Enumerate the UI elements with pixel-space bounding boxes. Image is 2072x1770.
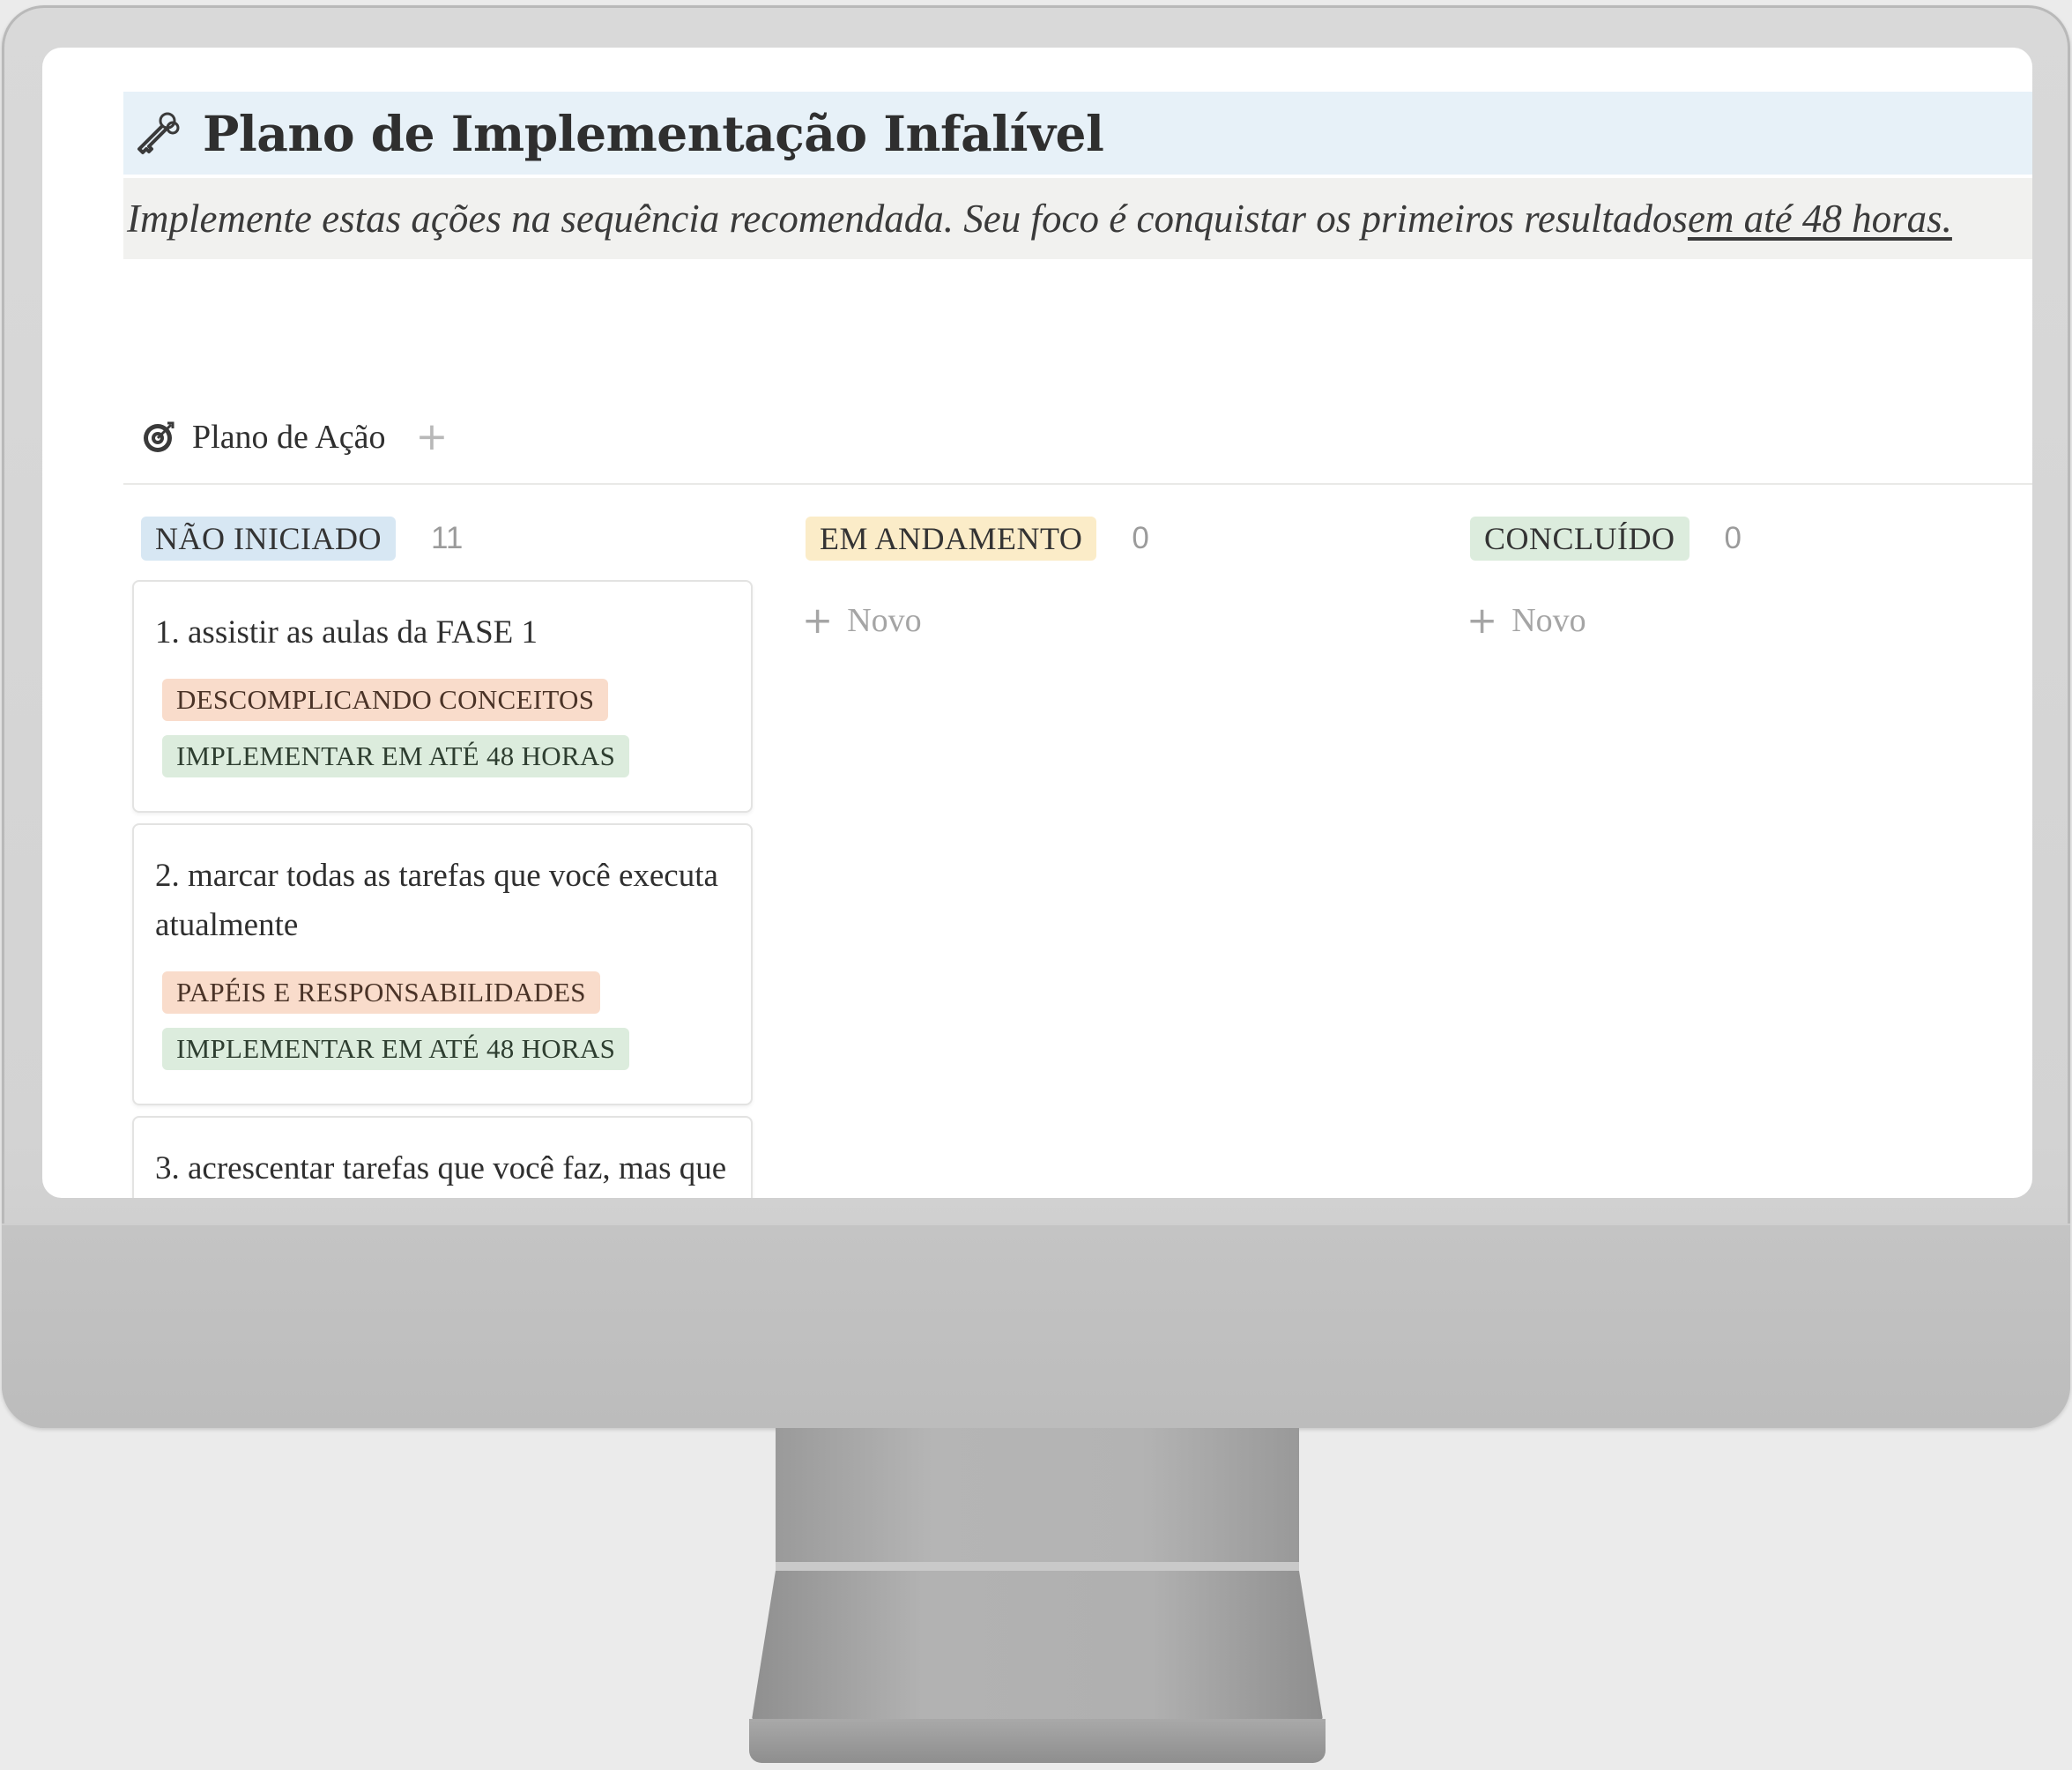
board-column-nao-iniciado: NÃO INICIADO 11 1. assistir as aulas da … xyxy=(123,515,753,1198)
card-tag: PAPÉIS E RESPONSABILIDADES xyxy=(162,971,600,1014)
key-icon xyxy=(137,112,180,154)
column-status-pill[interactable]: EM ANDAMENTO xyxy=(806,517,1097,561)
card-title: 3. acrescentar tarefas que você faz, mas… xyxy=(155,1150,727,1186)
card-tag: DESCOMPLICANDO CONCEITOS xyxy=(162,679,609,721)
column-header: CONCLUÍDO 0 xyxy=(1452,515,2032,562)
add-new-card-button[interactable]: + Novo xyxy=(788,601,1409,640)
board-card[interactable]: 3. acrescentar tarefas que você faz, mas… xyxy=(132,1116,753,1198)
board-column-concluido: CONCLUÍDO 0 + Novo xyxy=(1452,515,2032,1198)
column-header: EM ANDAMENTO 0 xyxy=(788,515,1409,562)
board: NÃO INICIADO 11 1. assistir as aulas da … xyxy=(123,515,2032,1198)
database-view-tabs: Plano de Ação + xyxy=(123,391,2032,485)
column-header: NÃO INICIADO 11 xyxy=(123,515,745,562)
board-card[interactable]: 1. assistir as aulas da FASE 1 DESCOMPLI… xyxy=(132,580,753,813)
monitor-stand-joint xyxy=(776,1562,1299,1571)
page-subtitle-emphasis: em até 48 horas. xyxy=(1687,197,1952,241)
monitor-stand-neck xyxy=(776,1428,1299,1573)
plus-icon: + xyxy=(1467,599,1498,642)
monitor-stand-foot xyxy=(749,1719,1326,1763)
board-card[interactable]: 2. marcar todas as tarefas que você exec… xyxy=(132,823,753,1105)
card-tag: IMPLEMENTAR EM ATÉ 48 HORAS xyxy=(162,1028,630,1070)
add-view-button[interactable]: + xyxy=(416,418,449,457)
card-tag: IMPLEMENTAR EM ATÉ 48 HORAS xyxy=(162,735,630,777)
column-status-pill[interactable]: NÃO INICIADO xyxy=(141,517,396,561)
add-new-label: Novo xyxy=(1511,602,1586,639)
column-count: 0 xyxy=(1132,521,1149,555)
card-title: 2. marcar todas as tarefas que você exec… xyxy=(155,858,718,943)
page-title: Plano de Implementação Infalível xyxy=(203,104,1104,162)
add-new-card-button[interactable]: + Novo xyxy=(1452,601,2032,640)
monitor-chin xyxy=(2,1223,2070,1428)
page-subtitle-callout: Implemente estas ações na sequência reco… xyxy=(123,178,2032,259)
target-icon xyxy=(144,421,175,452)
column-status-pill[interactable]: CONCLUÍDO xyxy=(1470,517,1690,561)
column-count: 11 xyxy=(430,521,464,555)
tab-plano-de-acao[interactable]: Plano de Ação xyxy=(192,418,386,457)
card-title: 1. assistir as aulas da FASE 1 xyxy=(155,614,538,651)
screen: Plano de Implementação Infalível Impleme… xyxy=(42,48,2032,1198)
card-list: 1. assistir as aulas da FASE 1 DESCOMPLI… xyxy=(132,580,753,1198)
board-column-em-andamento: EM ANDAMENTO 0 + Novo xyxy=(788,515,1409,1198)
page-title-callout: Plano de Implementação Infalível xyxy=(123,92,2032,175)
add-new-label: Novo xyxy=(847,602,922,639)
notion-page: Plano de Implementação Infalível Impleme… xyxy=(123,92,2032,1198)
column-count: 0 xyxy=(1724,521,1742,555)
plus-icon: + xyxy=(802,599,834,642)
page-subtitle: Implemente estas ações na sequência reco… xyxy=(127,197,1688,241)
monitor-stand-base xyxy=(751,1571,1324,1725)
